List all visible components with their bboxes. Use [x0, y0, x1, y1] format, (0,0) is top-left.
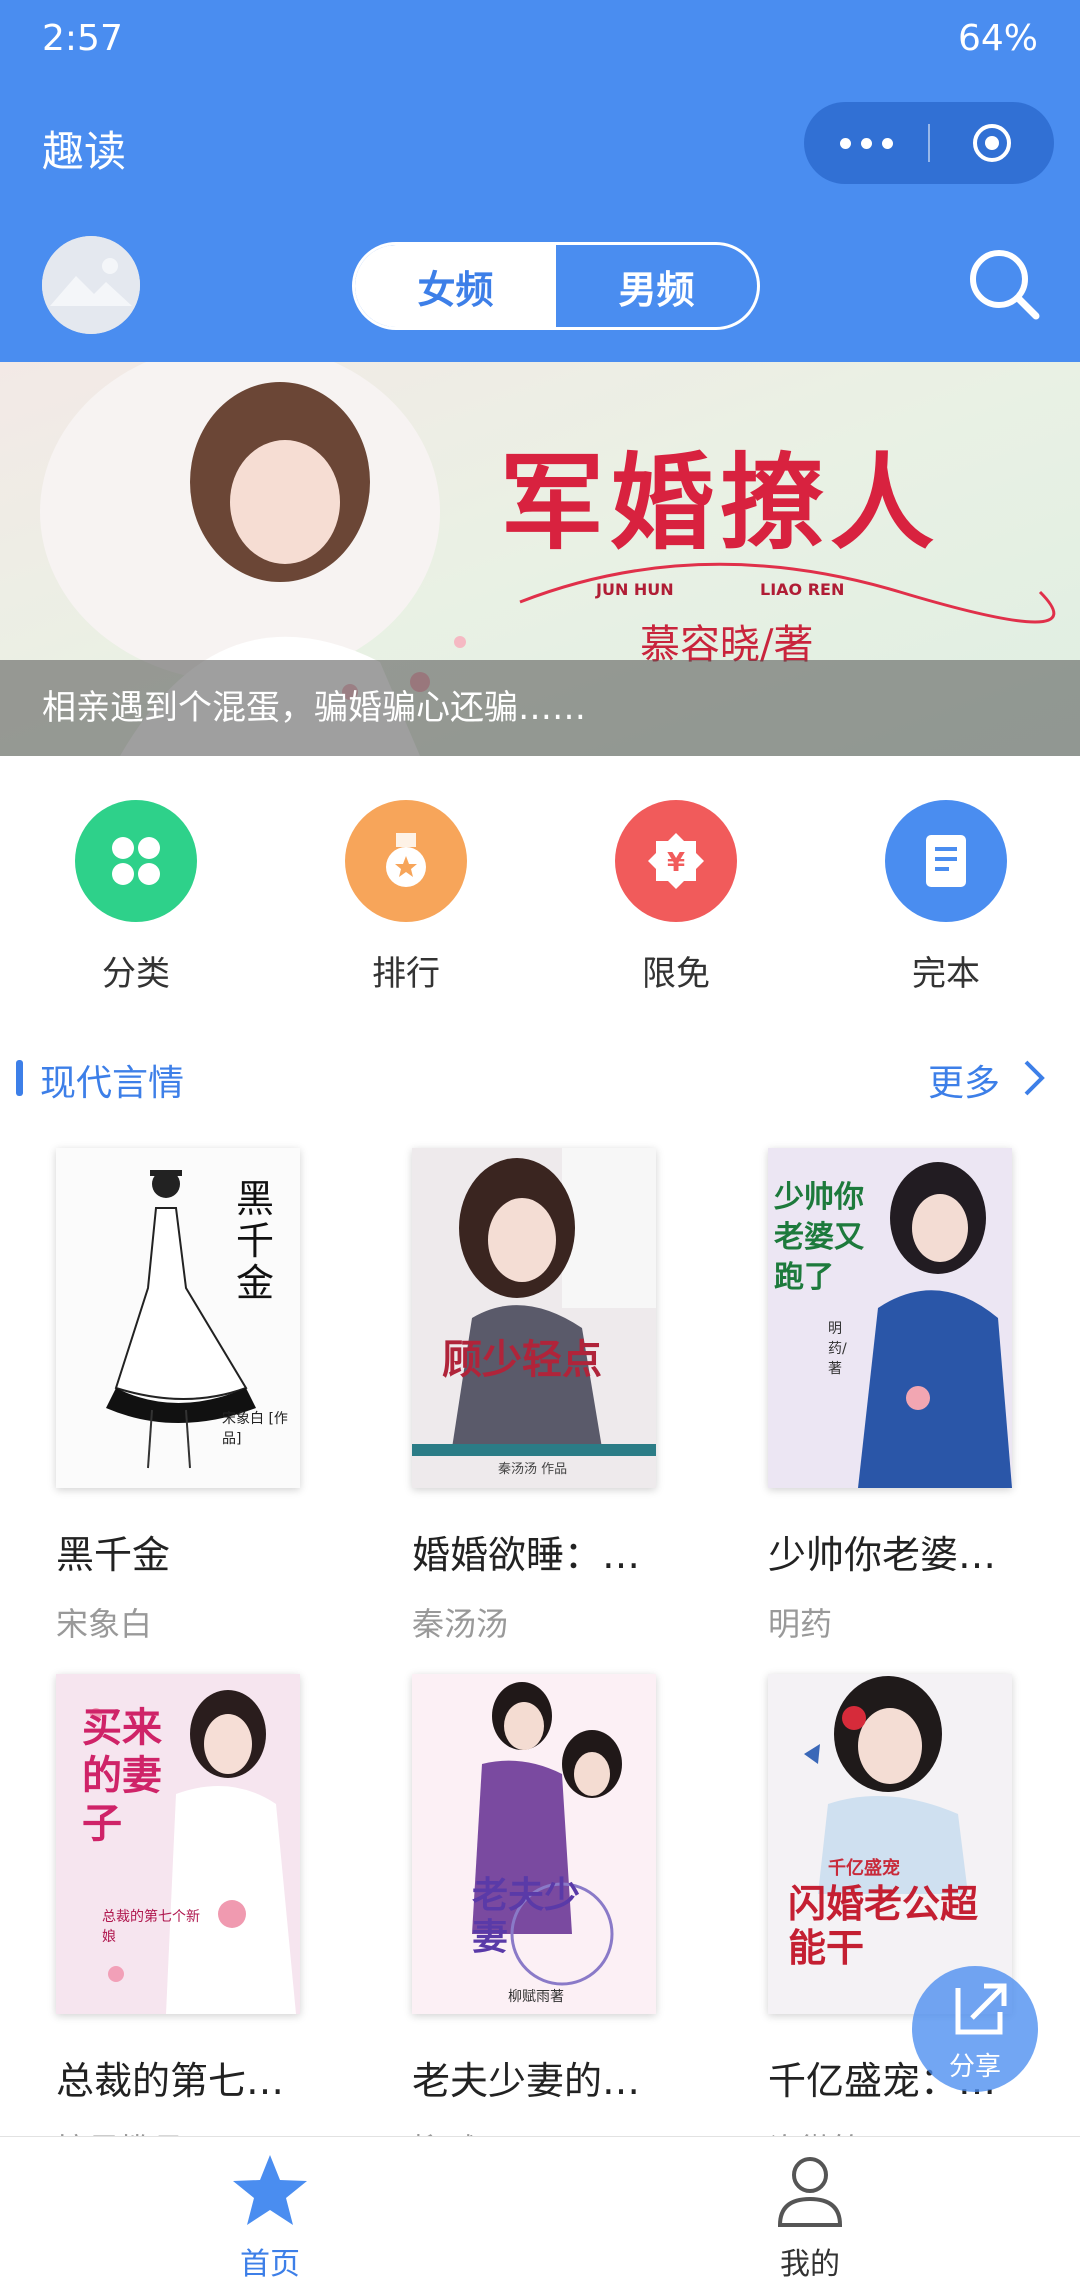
book-card[interactable]: 买来的妻子 总裁的第七个新娘 总裁的第七… 摘星揽月 — [56, 1674, 356, 2171]
book-cover: 老夫少妻 柳赋雨著 — [412, 1674, 656, 2014]
capsule-divider — [928, 124, 930, 162]
gender-tab-switch: 女频 男频 — [352, 242, 760, 330]
share-label: 分享 — [948, 2052, 1001, 2082]
user-icon — [777, 2157, 843, 2227]
avatar[interactable] — [42, 236, 140, 334]
tab-female[interactable]: 女频 — [355, 245, 556, 327]
book-title: 老夫少妻的… — [412, 2059, 641, 2103]
tab-male[interactable]: 男频 — [556, 245, 757, 327]
svg-text:¥: ¥ — [667, 848, 685, 878]
medal-icon — [345, 800, 467, 922]
book-cover: 少帅你老婆又跑了 明药/著 — [768, 1148, 1012, 1488]
banner-book-title: 军婚撩人 — [500, 441, 941, 564]
quick-link-completed[interactable]: 完本 — [846, 790, 1046, 995]
share-icon — [955, 1983, 1007, 2035]
book-title: 黑千金 — [56, 1533, 171, 1577]
book-title: 总裁的第七… — [56, 2059, 285, 2103]
tab-home[interactable]: 首页 — [120, 2137, 420, 2282]
book-author: 明药 — [768, 1605, 833, 1643]
cover-subtitle: 千亿盛宠 — [828, 1858, 900, 1879]
book-icon — [885, 800, 1007, 922]
cover-title: 少帅你老婆又跑了 — [774, 1180, 864, 1295]
status-battery: 64% — [957, 18, 1038, 59]
promo-banner[interactable]: 军婚撩人 JUN HUN LIAO REN 慕容晓/著 相亲遇到个混蛋，骗婚骗心… — [0, 362, 1080, 756]
cover-title: 黑千金 — [236, 1177, 275, 1305]
tab-profile-label: 我的 — [780, 2247, 840, 2282]
book-card[interactable]: 黑千金 宋象白 [作品] 黑千金 宋象白 — [56, 1148, 356, 1645]
quick-link-label: 限免 — [642, 954, 710, 994]
cover-subtitle: 宋象白 [作品] — [222, 1411, 288, 1447]
cover-title: 买来的妻子 — [82, 1704, 162, 1847]
quick-link-ranking[interactable]: 排行 — [306, 790, 506, 995]
book-cover: 黑千金 宋象白 [作品] — [56, 1148, 300, 1488]
quick-link-free[interactable]: ¥ 限免 — [576, 790, 776, 995]
book-title: 少帅你老婆… — [768, 1533, 997, 1577]
banner-pinyin-left: JUN HUN — [596, 580, 674, 599]
book-cover: 买来的妻子 总裁的第七个新娘 — [56, 1674, 300, 2014]
app-title: 趣读 — [42, 127, 127, 176]
book-cover: 顾少轻点 秦汤汤 作品 — [412, 1148, 656, 1488]
banner-caption: 相亲遇到个混蛋，骗婚骗心还骗…… — [0, 660, 1080, 756]
share-button[interactable]: 分享 — [912, 1966, 1038, 2092]
book-author: 秦汤汤 — [412, 1605, 509, 1643]
tab-profile[interactable]: 我的 — [660, 2137, 960, 2282]
miniprogram-capsule — [804, 102, 1054, 184]
book-card[interactable]: 顾少轻点 秦汤汤 作品 婚婚欲睡：… 秦汤汤 — [412, 1148, 712, 1645]
grid-icon — [75, 800, 197, 922]
cover-title: 顾少轻点 — [442, 1336, 602, 1383]
yuan-badge-icon: ¥ — [615, 800, 737, 922]
book-title: 婚婚欲睡：… — [412, 1533, 641, 1577]
book-author: 宋象白 — [56, 1605, 153, 1643]
book-card[interactable]: 千亿盛宠 闪婚老公超能干 千亿盛宠：… 许微笑 — [768, 1674, 1068, 2171]
image-placeholder-icon — [42, 236, 140, 334]
quick-link-label: 排行 — [372, 954, 440, 994]
cover-subtitle: 明药/著 — [828, 1321, 847, 1377]
cover-title: 老夫少妻 — [472, 1874, 581, 1958]
quick-link-label: 分类 — [102, 954, 170, 994]
book-card[interactable]: 少帅你老婆又跑了 明药/著 少帅你老婆… 明药 — [768, 1148, 1068, 1645]
quick-links: 分类 排行 ¥ 限免 完本 — [0, 790, 1080, 994]
more-link[interactable]: 更多 — [928, 1054, 1000, 1106]
cover-subtitle: 总裁的第七个新娘 — [102, 1909, 200, 1945]
section-header: 现代言情 更多 — [0, 1050, 1080, 1110]
section-title: 现代言情 — [40, 1063, 185, 1104]
book-card[interactable]: 老夫少妻 柳赋雨著 老夫少妻的… 柳赋雨 — [412, 1674, 712, 2171]
cover-subtitle: 柳赋雨著 — [508, 1989, 564, 2005]
more-dots-icon — [839, 137, 851, 149]
banner-pinyin-right: LIAO REN — [760, 580, 845, 599]
book-cover: 千亿盛宠 闪婚老公超能干 — [768, 1674, 1012, 2014]
quick-link-category[interactable]: 分类 — [36, 790, 236, 995]
tab-home-label: 首页 — [240, 2247, 300, 2282]
cover-subtitle: 秦汤汤 作品 — [498, 1462, 568, 1477]
bottom-tab-bar: 首页 我的 — [0, 2136, 1080, 2282]
chevron-right-icon[interactable] — [1020, 1056, 1048, 1100]
star-icon — [233, 2155, 307, 2225]
search-icon[interactable] — [966, 246, 1042, 322]
top-header: 2:57 64% 趣读 女频 男频 — [0, 0, 1080, 362]
quick-link-label: 完本 — [912, 954, 980, 994]
close-target-icon[interactable] — [971, 122, 1013, 164]
status-time: 2:57 — [42, 18, 123, 59]
more-menu-button[interactable] — [804, 102, 928, 184]
cover-title: 闪婚老公超能干 — [788, 1881, 979, 1970]
section-accent-bar — [16, 1060, 23, 1096]
